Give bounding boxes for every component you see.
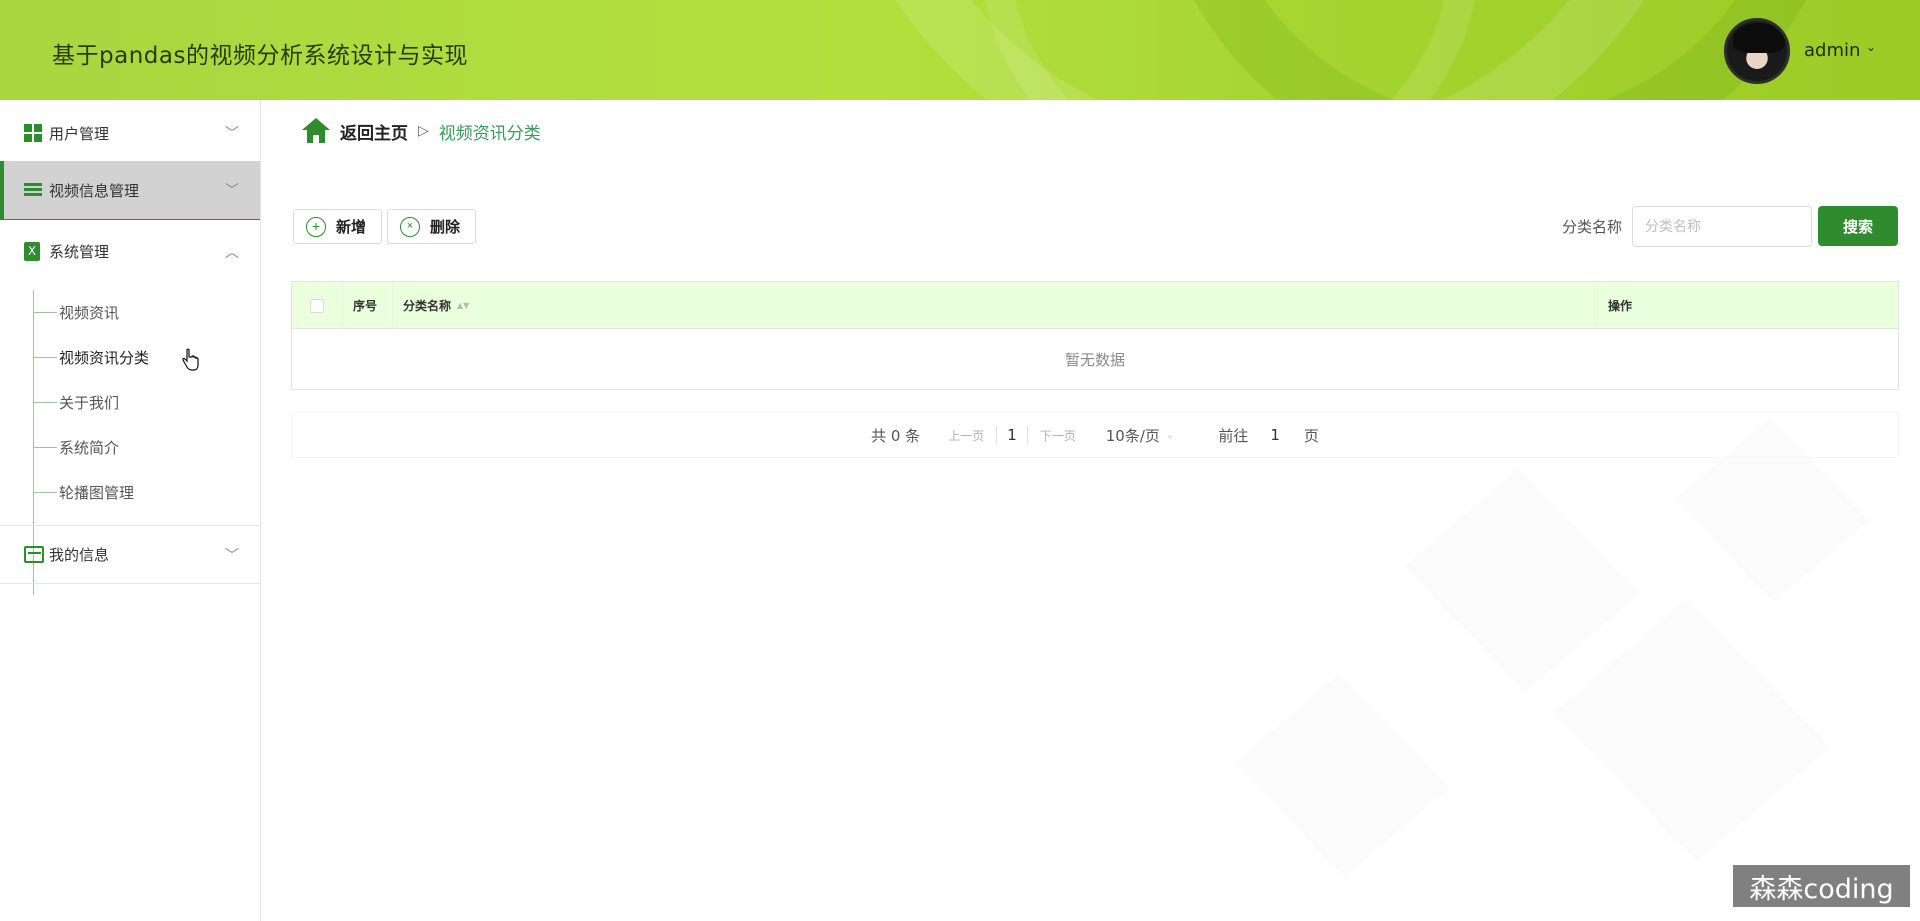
chevron-down-icon[interactable]: ⌄ bbox=[1866, 40, 1876, 54]
close-circle-icon: × bbox=[400, 216, 420, 237]
delete-button-label: 删除 bbox=[430, 219, 461, 236]
select-all-checkbox[interactable] bbox=[292, 282, 343, 329]
sidebar-subitem-label: 轮播图管理 bbox=[59, 483, 135, 502]
delete-button[interactable]: × 删除 bbox=[387, 209, 476, 244]
sidebar-item-video-info-management[interactable]: 视频信息管理 ﹀ bbox=[0, 161, 260, 220]
column-header-label: 分类名称 bbox=[403, 299, 452, 313]
category-name-search-input[interactable] bbox=[1632, 206, 1812, 247]
pagination: 共 0 条 上一页 1 下一页 10条/页 ⌄ 前往 1 页 bbox=[291, 412, 1899, 458]
goto-label: 前往 bbox=[1218, 426, 1249, 445]
pagination-total: 共 0 条 bbox=[871, 426, 921, 445]
add-button[interactable]: + 新增 bbox=[293, 209, 382, 244]
sidebar-subitem-label: 视频资讯分类 bbox=[59, 348, 150, 367]
next-page-button[interactable]: 下一页 bbox=[1040, 427, 1076, 444]
breadcrumb-current: 视频资讯分类 bbox=[438, 123, 541, 144]
app-title: 基于pandas的视频分析系统设计与实现 bbox=[52, 43, 468, 69]
page-number-button[interactable]: 1 bbox=[996, 426, 1028, 444]
sidebar-item-user-management[interactable]: 用户管理 ﹀ bbox=[0, 104, 260, 163]
chevron-down-icon: ﹀ bbox=[225, 126, 239, 142]
sidebar-item-system-management[interactable]: X 系统管理 ︿ bbox=[0, 222, 260, 281]
home-icon[interactable] bbox=[302, 118, 330, 144]
grid-icon bbox=[24, 124, 42, 142]
hand-cursor-icon bbox=[182, 348, 199, 371]
sidebar-subitem-system-intro[interactable]: 系统简介 bbox=[33, 435, 119, 459]
sort-icon[interactable]: ▲▼ bbox=[457, 302, 469, 310]
card-icon bbox=[24, 546, 44, 563]
sidebar-subitem-label: 关于我们 bbox=[59, 393, 120, 412]
sidebar: 用户管理 ﹀ 视频信息管理 ﹀ X 系统管理 ︿ 视频资讯 视频资讯分类 关于我… bbox=[0, 100, 261, 921]
clipboard-icon: X bbox=[24, 242, 40, 261]
user-menu-name[interactable]: admin bbox=[1804, 40, 1860, 61]
column-header-actions: 操作 bbox=[1608, 299, 1633, 313]
plus-circle-icon: + bbox=[306, 216, 326, 237]
sidebar-subitem-label: 系统简介 bbox=[59, 438, 120, 457]
prev-page-button[interactable]: 上一页 bbox=[948, 427, 984, 444]
add-button-label: 新增 bbox=[336, 219, 367, 236]
chevron-down-icon[interactable]: ⌄ bbox=[1166, 430, 1174, 441]
chevron-up-icon: ︿ bbox=[225, 244, 239, 261]
chevron-down-icon: ﹀ bbox=[225, 547, 239, 564]
sidebar-subitem-video-news[interactable]: 视频资讯 bbox=[33, 300, 119, 324]
sidebar-subitem-carousel-management[interactable]: 轮播图管理 bbox=[33, 480, 134, 504]
category-table: 序号 分类名称 ▲▼ 操作 暂无数据 bbox=[291, 281, 1899, 390]
top-header: 基于pandas的视频分析系统设计与实现 admin ⌄ bbox=[0, 0, 1920, 100]
header-decoration bbox=[980, 0, 1480, 100]
table-header: 序号 分类名称 ▲▼ 操作 bbox=[292, 282, 1898, 329]
breadcrumb-home-link[interactable]: 返回主页 bbox=[340, 119, 408, 144]
column-header-index: 序号 bbox=[343, 282, 393, 329]
page-size-select[interactable]: 10条/页 bbox=[1106, 425, 1160, 446]
avatar[interactable] bbox=[1724, 18, 1790, 84]
breadcrumb: 返回主页 ▷ 视频资讯分类 bbox=[302, 116, 541, 146]
sidebar-item-label: 我的信息 bbox=[49, 546, 110, 564]
search-button[interactable]: 搜索 bbox=[1818, 206, 1898, 246]
sidebar-subitem-about-us[interactable]: 关于我们 bbox=[33, 390, 119, 414]
sidebar-item-label: 系统管理 bbox=[49, 243, 110, 261]
column-header-category-name[interactable]: 分类名称 ▲▼ bbox=[393, 282, 1598, 329]
empty-state: 暂无数据 bbox=[1064, 350, 1125, 369]
sidebar-item-label: 视频信息管理 bbox=[49, 181, 140, 200]
breadcrumb-separator-icon: ▷ bbox=[418, 123, 429, 139]
sidebar-item-my-info[interactable]: 我的信息 ﹀ bbox=[0, 525, 260, 584]
list-icon bbox=[24, 181, 42, 199]
search-label: 分类名称 bbox=[1562, 218, 1623, 236]
goto-page-input[interactable]: 1 bbox=[1270, 426, 1280, 444]
goto-unit: 页 bbox=[1303, 426, 1319, 445]
sidebar-subitem-video-news-category[interactable]: 视频资讯分类 bbox=[33, 345, 149, 369]
sidebar-item-label: 用户管理 bbox=[49, 124, 110, 143]
watermark: 森森coding bbox=[1733, 865, 1910, 907]
sidebar-subitem-label: 视频资讯 bbox=[59, 303, 120, 322]
chevron-down-icon: ﹀ bbox=[225, 183, 239, 199]
